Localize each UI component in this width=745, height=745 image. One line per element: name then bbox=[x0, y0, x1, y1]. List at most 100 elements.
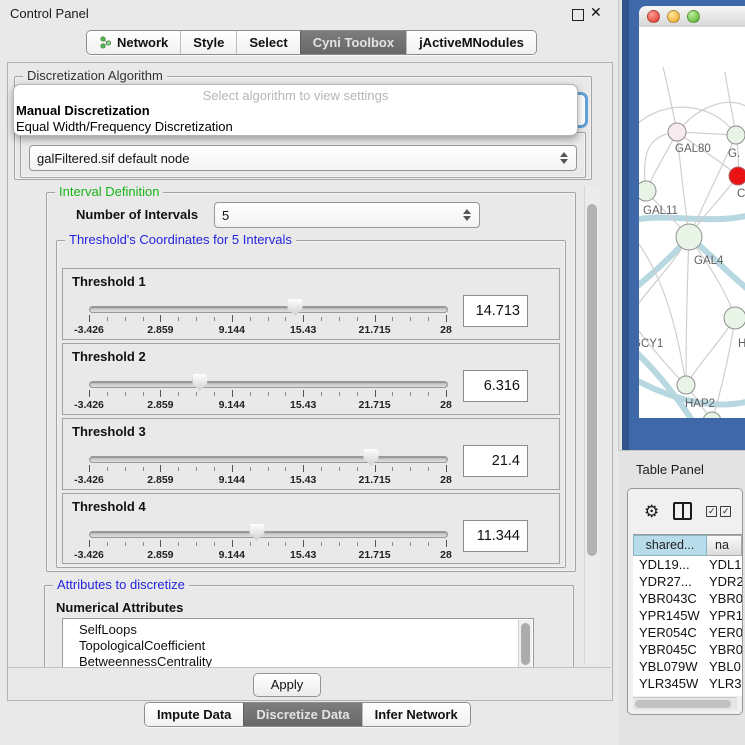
table-h-scrollbar-thumb[interactable] bbox=[635, 700, 731, 708]
slider-track[interactable] bbox=[89, 381, 448, 388]
column-header-shared-name[interactable]: shared... bbox=[633, 535, 707, 556]
tick-label: 9.144 bbox=[219, 474, 245, 486]
tick-label: 21.715 bbox=[359, 549, 391, 561]
dropdown-option-manual[interactable]: Manual Discretization bbox=[14, 103, 577, 119]
columns-icon[interactable] bbox=[673, 502, 692, 520]
close-icon[interactable]: ✕ bbox=[590, 4, 602, 21]
tick-label: 28 bbox=[440, 549, 452, 561]
slider-thumb[interactable] bbox=[364, 449, 379, 466]
table-row[interactable]: YIL052CYIL0 bbox=[633, 692, 742, 696]
slider-thumb[interactable] bbox=[249, 524, 264, 541]
checkbox-icon[interactable]: ✓ bbox=[706, 506, 717, 517]
cell-shared-name: YDL19... bbox=[633, 556, 709, 573]
table-row[interactable]: YER054CYER0 bbox=[633, 624, 742, 641]
network-graph: GAL80G.CGAL11GAL4GCY1HHAP2 bbox=[639, 27, 745, 418]
network-node[interactable] bbox=[724, 307, 745, 329]
node-label: G. bbox=[728, 148, 740, 160]
apply-button[interactable]: Apply bbox=[253, 673, 321, 697]
network-node[interactable] bbox=[677, 376, 695, 394]
network-node[interactable] bbox=[729, 167, 745, 185]
algorithm-dropdown-popup: Select algorithm to view settings Manual… bbox=[13, 84, 578, 136]
cell-name: YBR0 bbox=[709, 641, 742, 658]
network-node[interactable] bbox=[727, 126, 745, 144]
tab-style[interactable]: Style bbox=[180, 31, 236, 54]
settings-scrollbar[interactable] bbox=[584, 186, 599, 664]
gear-icon[interactable]: ⚙ bbox=[644, 503, 659, 520]
network-node[interactable] bbox=[676, 224, 702, 250]
tick-label: 2.859 bbox=[147, 474, 173, 486]
threshold-2-slider[interactable]: -3.4262.8599.14415.4321.71528 bbox=[89, 377, 446, 411]
tab-jactivemnodules[interactable]: jActiveMNodules bbox=[406, 31, 536, 54]
tab-network[interactable]: Network bbox=[87, 31, 180, 54]
tab-cyni-toolbox[interactable]: Cyni Toolbox bbox=[300, 31, 406, 54]
tick-label: 28 bbox=[440, 399, 452, 411]
settings-scrollbar-thumb[interactable] bbox=[587, 204, 597, 556]
node-label: GAL80 bbox=[675, 143, 711, 155]
list-item[interactable]: TopologicalCoefficient bbox=[63, 638, 533, 654]
tick-label: 9.144 bbox=[219, 324, 245, 336]
cell-shared-name: YBL079W bbox=[633, 658, 709, 675]
threshold-1-slider[interactable]: -3.4262.8599.14415.4321.71528 bbox=[89, 302, 446, 336]
threshold-2-value-field[interactable]: 6.316 bbox=[463, 370, 528, 402]
stepper-icon bbox=[463, 209, 472, 221]
threshold-3-value-field[interactable]: 21.4 bbox=[463, 445, 528, 477]
table-data-combobox[interactable]: galFiltered.sif default node bbox=[29, 145, 577, 171]
table-row[interactable]: YBR045CYBR0 bbox=[633, 641, 742, 658]
network-canvas[interactable]: GAL80G.CGAL11GAL4GCY1HHAP2 bbox=[639, 27, 745, 418]
slider-thumb[interactable] bbox=[192, 374, 207, 391]
interval-definition-title: Interval Definition bbox=[55, 184, 163, 199]
node-label: GAL11 bbox=[643, 205, 678, 217]
discretization-algorithm-title: Discretization Algorithm bbox=[23, 68, 167, 83]
cell-shared-name: YPR145W bbox=[633, 607, 709, 624]
table-data-value: galFiltered.sif default node bbox=[37, 151, 189, 166]
dropdown-option-equal-width[interactable]: Equal Width/Frequency Discretization bbox=[14, 119, 577, 135]
table-row[interactable]: YDR27...YDR2 bbox=[633, 573, 742, 590]
table-row[interactable]: YLR345WYLR3 bbox=[633, 675, 742, 692]
close-traffic-light-icon[interactable] bbox=[647, 10, 660, 23]
cyni-bottom-tabs: Impute Data Discretize Data Infer Networ… bbox=[144, 702, 471, 727]
tab-infer-network[interactable]: Infer Network bbox=[362, 703, 470, 726]
app-root: Control Panel ✕ Network Style Select Cyn… bbox=[0, 0, 745, 745]
list-scrollbar-thumb[interactable] bbox=[521, 623, 530, 665]
slider-tick-labels: -3.4262.8599.14415.4321.71528 bbox=[89, 474, 446, 486]
threshold-3-label: Threshold 3 bbox=[72, 424, 146, 439]
network-node[interactable] bbox=[668, 123, 686, 141]
tick-label: 2.859 bbox=[147, 399, 173, 411]
tab-select[interactable]: Select bbox=[236, 31, 299, 54]
threshold-4-value-field[interactable]: 11.344 bbox=[463, 520, 528, 552]
table-row[interactable]: YPR145WYPR1 bbox=[633, 607, 742, 624]
network-window-titlebar[interactable] bbox=[639, 6, 745, 28]
threshold-4-slider[interactable]: -3.4262.8599.14415.4321.71528 bbox=[89, 527, 446, 561]
tab-discretize-data[interactable]: Discretize Data bbox=[243, 703, 361, 726]
node-label: GCY1 bbox=[639, 338, 663, 350]
cell-name: YBR0 bbox=[709, 590, 742, 607]
table-row[interactable]: YBR043CYBR0 bbox=[633, 590, 742, 607]
slider-thumb[interactable] bbox=[288, 299, 303, 316]
table-row[interactable]: YBL079WYBL0 bbox=[633, 658, 742, 675]
float-window-icon[interactable] bbox=[572, 9, 584, 21]
threshold-1-value-field[interactable]: 14.713 bbox=[463, 295, 528, 327]
zoom-traffic-light-icon[interactable] bbox=[687, 10, 700, 23]
threshold-2-box: Threshold 2 -3.4262.8599.14415.4321.7152… bbox=[62, 343, 560, 415]
slider-track[interactable] bbox=[89, 456, 448, 463]
checkbox-icon[interactable]: ✓ bbox=[720, 506, 731, 517]
dropdown-prompt-option[interactable]: Select algorithm to view settings bbox=[14, 88, 577, 103]
control-panel: Control Panel ✕ Network Style Select Cyn… bbox=[0, 0, 619, 745]
network-node[interactable] bbox=[639, 181, 656, 201]
slider-track[interactable] bbox=[89, 306, 448, 313]
slider-track[interactable] bbox=[89, 531, 448, 538]
table-h-scrollbar[interactable] bbox=[633, 697, 737, 710]
threshold-3-slider[interactable]: -3.4262.8599.14415.4321.71528 bbox=[89, 452, 446, 486]
tick-label: 2.859 bbox=[147, 549, 173, 561]
table-row[interactable]: YDL19...YDL1 bbox=[633, 556, 742, 573]
tick-label: 28 bbox=[440, 474, 452, 486]
tab-impute-data[interactable]: Impute Data bbox=[145, 703, 243, 726]
minimize-traffic-light-icon[interactable] bbox=[667, 10, 680, 23]
cell-name: YPR1 bbox=[709, 607, 742, 624]
cell-shared-name: YDR27... bbox=[633, 573, 709, 590]
column-header-name[interactable]: na bbox=[707, 535, 742, 556]
slider-ticks bbox=[89, 540, 446, 549]
slider-tick-labels: -3.4262.8599.14415.4321.71528 bbox=[89, 549, 446, 561]
list-item[interactable]: SelfLoops bbox=[63, 619, 533, 638]
num-intervals-combobox[interactable]: 5 bbox=[214, 202, 480, 228]
